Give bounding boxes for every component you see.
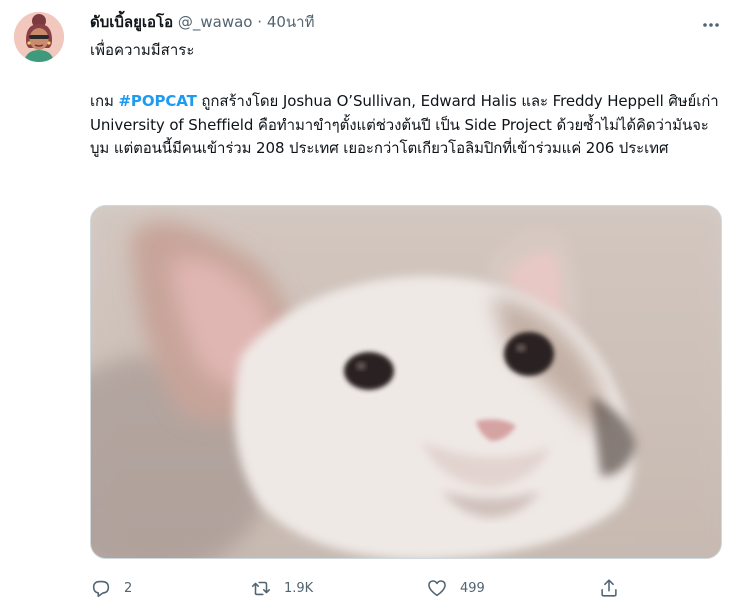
tweet-media[interactable] [90, 205, 722, 559]
tweet-header: ดับเบิ้ลยูเอโอ @_wawao · 40นาที [90, 10, 314, 34]
share-button[interactable] [598, 572, 620, 604]
tweet-timestamp[interactable]: 40นาที [267, 13, 315, 31]
like-icon [428, 580, 446, 597]
like-button[interactable]: 499 [426, 572, 485, 604]
tweet-actions: 2 1.9K 499 [90, 572, 630, 604]
reply-count: 2 [124, 580, 133, 596]
cat-photo [91, 206, 721, 558]
tweet-text: เกม #POPCAT ถูกสร้างโดย Joshua O’Sulliva… [90, 90, 722, 161]
reply-button[interactable]: 2 [90, 572, 132, 604]
avatar[interactable] [14, 12, 64, 62]
retweet-count: 1.9K [284, 580, 314, 596]
tweet: ดับเบิ้ลยูเอโอ @_wawao · 40นาที เพื่อควา… [0, 0, 735, 616]
like-count: 499 [460, 580, 485, 596]
retweet-icon [251, 581, 271, 596]
more-options-button[interactable] [696, 10, 726, 40]
author-name[interactable]: ดับเบิ้ลยูเอโอ [90, 13, 173, 31]
author-handle[interactable]: @_wawao [178, 13, 253, 31]
tweet-text-prefix: เกม [90, 92, 119, 110]
avatar-illustration [14, 12, 64, 62]
retweet-button[interactable]: 1.9K [250, 572, 313, 604]
tweet-subtitle: เพื่อความมีสาระ [90, 41, 195, 59]
reply-icon [92, 580, 110, 598]
header-separator: · [257, 13, 263, 31]
more-icon [703, 23, 719, 27]
hashtag-link[interactable]: #POPCAT [118, 92, 196, 110]
share-icon [601, 579, 617, 597]
